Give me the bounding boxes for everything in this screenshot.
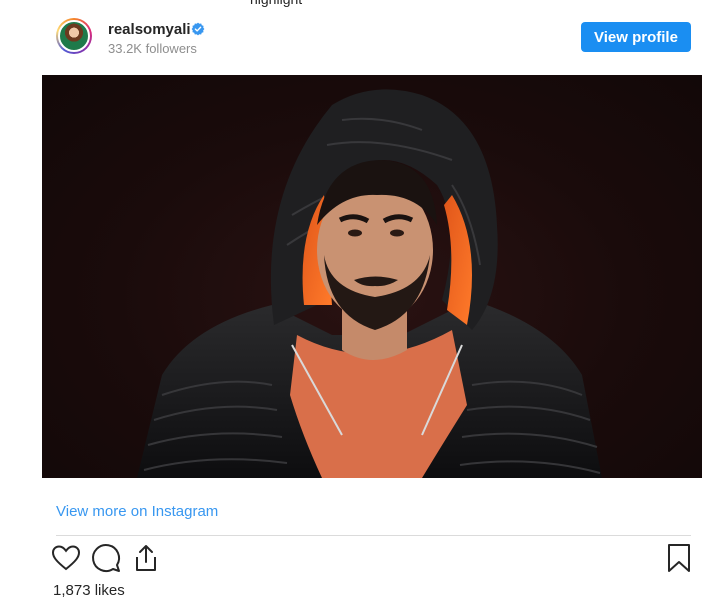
profile-avatar[interactable]: [56, 18, 92, 54]
view-profile-button[interactable]: View profile: [581, 22, 691, 52]
divider: [56, 535, 691, 536]
username-link[interactable]: realsomyali: [108, 21, 191, 38]
bookmark-icon[interactable]: [665, 542, 693, 574]
view-more-on-instagram-link[interactable]: View more on Instagram: [56, 503, 218, 520]
follower-count: 33.2K followers: [108, 41, 197, 56]
post-header: realsomyali 33.2K followers View profile: [0, 0, 723, 75]
post-image[interactable]: [42, 75, 702, 478]
heart-icon[interactable]: [50, 542, 82, 574]
verified-badge-icon: [191, 22, 205, 36]
share-icon[interactable]: [130, 542, 162, 574]
comment-icon[interactable]: [90, 542, 122, 574]
post-photo-illustration: [137, 89, 602, 478]
like-count[interactable]: 1,873 likes: [53, 582, 125, 599]
